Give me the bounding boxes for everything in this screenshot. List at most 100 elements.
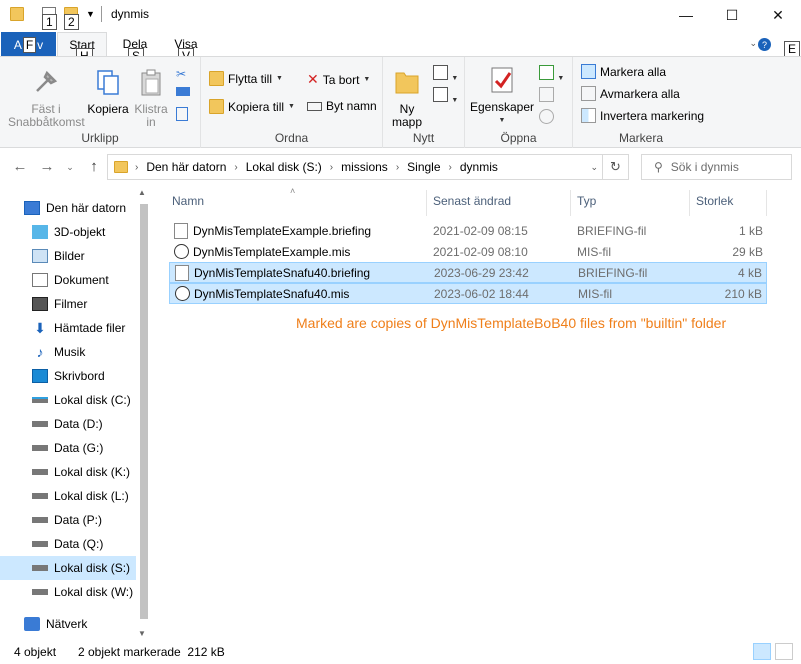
drive-icon xyxy=(32,421,48,427)
pin-icon xyxy=(36,70,58,92)
paste-button[interactable]: Klistra in xyxy=(132,67,170,129)
file-type: BRIEFING-fil xyxy=(577,223,647,238)
rename-button[interactable]: Byt namn xyxy=(307,99,377,113)
expand-ribbon-icon[interactable]: ⌄ xyxy=(749,38,757,49)
nav-item-drive-k[interactable]: Lokal disk (K:) xyxy=(0,460,136,484)
close-button[interactable]: ✕ xyxy=(755,0,801,30)
chevron-right-icon: › xyxy=(329,161,334,173)
navigation-row: ← → ⌄ ↑ › Den här datorn › Lokal disk (S… xyxy=(0,148,801,186)
nav-item-drive-w[interactable]: Lokal disk (W:) xyxy=(0,580,136,604)
easy-access-button[interactable]: ▼ xyxy=(433,87,458,105)
group-organize: Flytta till ▼ Kopiera till ▼ ✕ Ta bort ▼… xyxy=(201,57,383,148)
properties-button[interactable]: Egenskaper ▼ xyxy=(469,65,535,127)
help-icon[interactable]: ? xyxy=(758,38,771,51)
pin-quick-access-button[interactable]: Fäst i Snabbåtkomst xyxy=(8,67,85,129)
keytip-1: 1 xyxy=(42,14,57,30)
file-row[interactable]: DynMisTemplateExample.mis 2021-02-09 08:… xyxy=(169,241,767,262)
column-divider[interactable] xyxy=(689,190,690,216)
copy-button[interactable]: Kopiera xyxy=(86,67,130,116)
delete-button[interactable]: ✕ Ta bort ▼ xyxy=(307,71,370,88)
file-name: DynMisTemplateExample.briefing xyxy=(193,223,372,238)
navigation-pane: Den här datorn 3D-objekt Bilder Dokument… xyxy=(0,186,152,640)
column-divider[interactable] xyxy=(570,190,571,216)
breadcrumb-pc[interactable]: Den här datorn xyxy=(141,160,231,174)
select-all-button[interactable]: Markera alla xyxy=(581,64,666,79)
breadcrumb-dynmis[interactable]: dynmis xyxy=(455,160,503,174)
documents-icon xyxy=(32,273,48,287)
minimize-button[interactable]: — xyxy=(663,0,709,30)
column-divider[interactable] xyxy=(766,190,767,216)
nav-item-pictures[interactable]: Bilder xyxy=(0,244,136,268)
column-divider[interactable] xyxy=(426,190,427,216)
drive-icon xyxy=(32,589,48,595)
details-view-icon[interactable] xyxy=(753,643,771,660)
nav-item-downloads[interactable]: ⬇ Hämtade filer xyxy=(0,316,136,340)
copy-path-icon[interactable] xyxy=(176,87,190,96)
large-icons-view-icon[interactable] xyxy=(775,643,793,660)
invert-selection-button[interactable]: Invertera markering xyxy=(581,108,704,123)
new-item-caret-icon: ▼ xyxy=(451,75,459,82)
search-icon: ⚲ xyxy=(654,160,663,174)
search-input[interactable]: ⚲ Sök i dynmis xyxy=(641,154,792,180)
address-dropdown-icon[interactable]: ⌄ xyxy=(590,162,598,173)
nav-item-drive-s[interactable]: Lokal disk (S:) xyxy=(0,556,136,580)
column-name[interactable]: Namn xyxy=(172,194,204,208)
breadcrumb-missions[interactable]: missions xyxy=(336,160,393,174)
copy-icon xyxy=(97,70,119,95)
column-type[interactable]: Typ xyxy=(577,194,596,208)
scroll-down-icon[interactable]: ▼ xyxy=(138,629,146,638)
sort-ascending-icon: ˄ xyxy=(290,186,296,196)
history-button xyxy=(539,109,554,127)
file-row-selected[interactable]: DynMisTemplateSnafu40.briefing 2023-06-2… xyxy=(169,262,767,283)
nav-item-label: Nätverk xyxy=(46,617,88,631)
nav-item-drive-g[interactable]: Data (G:) xyxy=(0,436,136,460)
invert-selection-label: Invertera markering xyxy=(600,108,705,123)
nav-item-network[interactable]: Nätverk xyxy=(0,612,136,636)
nav-item-this-pc[interactable]: Den här datorn xyxy=(0,196,136,220)
select-none-button[interactable]: Avmarkera alla xyxy=(581,86,680,101)
pictures-icon xyxy=(32,249,48,263)
breadcrumb-drive[interactable]: Lokal disk (S:) xyxy=(241,160,327,174)
breadcrumb-single[interactable]: Single xyxy=(402,160,445,174)
new-item-button[interactable]: ▼ xyxy=(433,65,458,83)
recent-locations-icon[interactable]: ⌄ xyxy=(60,162,80,173)
column-modified[interactable]: Senast ändrad xyxy=(433,194,511,208)
select-none-icon xyxy=(581,86,596,101)
select-all-label: Markera alla xyxy=(600,64,667,79)
chevron-right-icon: › xyxy=(135,161,139,173)
address-bar[interactable]: › Den här datorn › Lokal disk (S:) › mis… xyxy=(107,154,629,180)
forward-arrow-icon[interactable]: → xyxy=(37,158,57,175)
tab-file[interactable]: A F v xyxy=(1,32,56,57)
new-folder-button[interactable]: Ny mapp xyxy=(389,67,425,129)
open-button[interactable]: ▼ xyxy=(539,65,564,83)
maximize-button[interactable]: ☐ xyxy=(709,0,755,30)
nav-item-drive-q[interactable]: Data (Q:) xyxy=(0,532,136,556)
nav-item-drive-p[interactable]: Data (P:) xyxy=(0,508,136,532)
cut-icon[interactable]: ✂ xyxy=(176,67,192,87)
file-row[interactable]: DynMisTemplateExample.briefing 2021-02-0… xyxy=(169,220,767,241)
nav-item-drive-l[interactable]: Lokal disk (L:) xyxy=(0,484,136,508)
nav-scrollbar-thumb[interactable] xyxy=(140,204,148,619)
search-placeholder: Sök i dynmis xyxy=(670,160,739,174)
copy-to-button[interactable]: Kopiera till ▼ xyxy=(209,99,295,114)
paste-shortcut-icon[interactable] xyxy=(176,107,188,121)
nav-item-drive-d[interactable]: Data (D:) xyxy=(0,412,136,436)
move-to-button[interactable]: Flytta till ▼ xyxy=(209,71,283,86)
nav-scrollbar[interactable]: ▲ ▼ xyxy=(136,186,151,640)
group-clipboard: Fäst i Snabbåtkomst Kopiera Klistra in ✂… xyxy=(0,57,201,148)
scroll-up-icon[interactable]: ▲ xyxy=(138,188,146,197)
nav-item-videos[interactable]: Filmer xyxy=(0,292,136,316)
nav-item-music[interactable]: ♪ Musik xyxy=(0,340,136,364)
back-arrow-icon[interactable]: ← xyxy=(10,158,30,175)
group-new: Ny mapp ▼ ▼ Nytt xyxy=(383,57,465,148)
column-size[interactable]: Storlek xyxy=(696,194,733,208)
nav-item-desktop[interactable]: Skrivbord xyxy=(0,364,136,388)
nav-item-drive-c[interactable]: Lokal disk (C:) xyxy=(0,388,136,412)
nav-item-documents[interactable]: Dokument xyxy=(0,268,136,292)
nav-item-label: Data (D:) xyxy=(54,417,103,431)
nav-item-3d-objects[interactable]: 3D-objekt xyxy=(0,220,136,244)
customize-qat-icon[interactable]: ▼ xyxy=(86,9,95,19)
refresh-icon[interactable]: ↻ xyxy=(602,154,628,180)
up-arrow-icon[interactable]: ↑ xyxy=(84,158,104,175)
file-row-selected[interactable]: DynMisTemplateSnafu40.mis 2023-06-02 18:… xyxy=(169,283,767,304)
